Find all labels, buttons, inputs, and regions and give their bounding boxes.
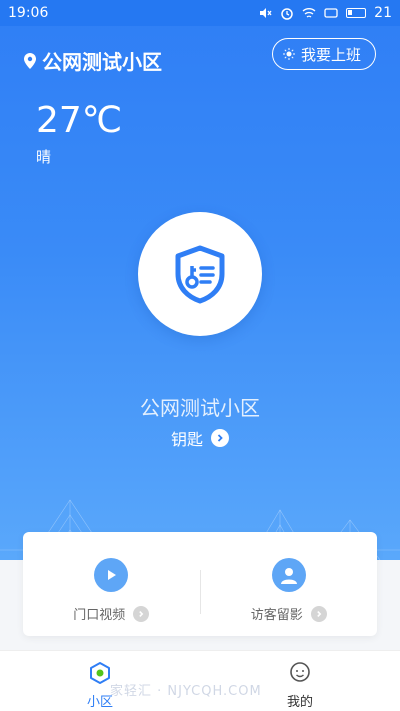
chevron-right-icon: [211, 429, 229, 447]
shield-key-icon: [175, 245, 225, 304]
start-work-label: 我要上班: [300, 45, 361, 64]
mute-icon: [260, 8, 272, 18]
status-bar: 19:06 21: [0, 0, 400, 26]
start-work-button[interactable]: 我要上班: [271, 38, 376, 70]
door-video-button[interactable]: 门口视频: [23, 532, 200, 636]
battery-level: 21: [374, 5, 392, 21]
key-list-link[interactable]: 钥匙: [0, 426, 400, 450]
screen-icon: [324, 8, 338, 18]
play-icon: [94, 558, 129, 592]
quick-actions-panel: 门口视频 访客留影: [23, 532, 377, 636]
community-selector[interactable]: 公网测试小区: [24, 46, 162, 75]
battery-icon: [346, 8, 367, 18]
visitor-photo-label: 访客留影: [250, 608, 303, 623]
community-title: 公网测试小区: [42, 50, 162, 74]
profile-icon: [290, 662, 310, 682]
visitor-photo-button[interactable]: 访客留影: [201, 532, 378, 636]
status-time: 19:06: [8, 5, 49, 21]
tab-profile-label: 我的: [286, 695, 313, 710]
alarm-icon: [281, 8, 293, 20]
location-pin-icon: [24, 52, 36, 69]
watermark-text: 家轻汇 · NJYCQH.COM: [110, 684, 262, 699]
wifi-icon: [302, 8, 316, 18]
open-door-key-button[interactable]: [138, 212, 262, 336]
chevron-right-icon: [133, 605, 150, 622]
person-icon: [271, 558, 306, 592]
sun-icon: [282, 48, 295, 60]
temperature: 27℃: [36, 100, 123, 141]
weather-condition: 晴: [36, 148, 52, 166]
community-icon: [90, 662, 110, 684]
chevron-right-icon: [310, 605, 327, 622]
key-community-name: 公网测试小区: [140, 396, 260, 420]
key-label: 钥匙: [170, 430, 203, 449]
door-video-label: 门口视频: [73, 608, 126, 623]
